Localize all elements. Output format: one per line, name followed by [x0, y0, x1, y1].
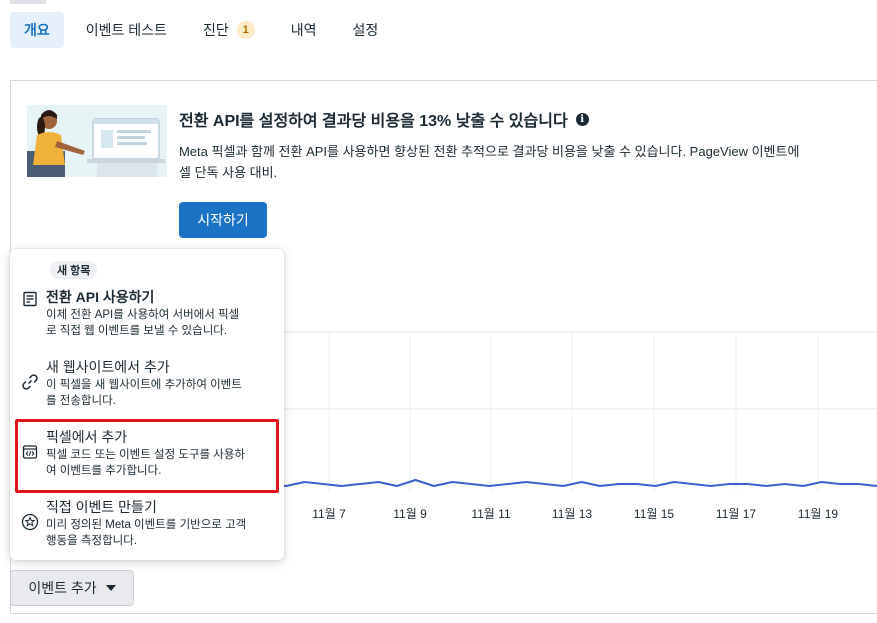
x-tick-label: 11월 7: [312, 507, 346, 521]
new-badge: 새 항목: [50, 261, 98, 279]
server-icon: [21, 290, 39, 308]
tab-overview[interactable]: 개요: [10, 12, 64, 48]
tab-label: 내역: [290, 22, 317, 38]
link-icon: [21, 373, 39, 391]
tab-label: 개요: [24, 22, 50, 38]
menu-item-title: 새 웹사이트에서 추가: [46, 359, 170, 375]
conversions-api-promo-card: 전환 API를 설정하여 결과당 비용을 13% 낮출 수 있습니다 i Met…: [10, 80, 877, 255]
menu-item-create-custom-event[interactable]: 직접 이벤트 만들기 미리 정의된 Meta 이벤트를 기반으로 고객 행동을 …: [10, 497, 284, 553]
tab-label: 이벤트 테스트: [85, 22, 167, 38]
promo-description-line: 셀 단독 사용 대비.: [179, 165, 278, 180]
info-icon[interactable]: i: [575, 112, 589, 126]
x-tick-label: 11월 15: [634, 507, 675, 521]
menu-item-description-line: 이제 전환 API를 사용하여 서버에서 픽셀: [46, 309, 240, 321]
tab-history[interactable]: 내역: [277, 12, 331, 48]
tab-label: 진단: [202, 22, 229, 38]
menu-item-description-line: 이 픽셀을 새 웹사이트에 추가하여 이벤트: [46, 379, 242, 391]
get-started-button[interactable]: 시작하기: [179, 202, 267, 238]
add-event-menu: 새 항목 전환 API 사용하기 이제 전환 API를 사용하여 서버에서 픽셀…: [10, 249, 284, 560]
tab-settings[interactable]: 설정: [338, 12, 392, 48]
menu-item-description: 이 픽셀을 새 웹사이트에 추가하여 이벤트 를 전송합니다.: [46, 377, 274, 409]
tab-diagnostics[interactable]: 진단 1: [189, 12, 269, 48]
menu-item-description: 미리 정의된 Meta 이벤트를 기반으로 고객 행동을 측정합니다.: [46, 517, 274, 549]
promo-description-line: Meta 픽셀과 함께 전환 API를 사용하면 향상된 전환 추적으로 결과당…: [179, 144, 800, 159]
menu-item-use-conversions-api[interactable]: 전환 API 사용하기 이제 전환 API를 사용하여 서버에서 픽셀 로 직접…: [10, 287, 284, 341]
x-tick-label: 11월 19: [798, 507, 839, 521]
menu-item-description-line: 행동을 측정합니다.: [46, 535, 138, 547]
menu-item-description-line: 로 직접 웹 이벤트를 보낼 수 있습니다.: [46, 325, 228, 337]
tab-bar: 개요 이벤트 테스트 진단 1 내역 설정: [10, 12, 400, 48]
x-tick-label: 11월 13: [552, 507, 593, 521]
add-event-button[interactable]: 이벤트 추가: [10, 570, 134, 606]
highlight-box: [15, 419, 279, 493]
menu-item-description-line: 를 전송합니다.: [46, 395, 116, 407]
promo-illustration: [27, 105, 167, 177]
star-icon: [21, 513, 39, 531]
x-tick-label: 11월 9: [393, 507, 427, 521]
menu-item-description: 이제 전환 API를 사용하여 서버에서 픽셀 로 직접 웹 이벤트를 보낼 수…: [46, 307, 274, 339]
add-event-label: 이벤트 추가: [28, 580, 97, 596]
tab-label: 설정: [352, 22, 379, 38]
promo-title: 전환 API를 설정하여 결과당 비용을 13% 낮출 수 있습니다 i: [179, 107, 589, 131]
top-divider: [10, 0, 46, 4]
menu-item-title: 전환 API 사용하기: [46, 289, 155, 305]
promo-description: Meta 픽셀과 함께 전환 API를 사용하면 향상된 전환 추적으로 결과당…: [179, 141, 877, 183]
x-tick-label: 11월 17: [716, 507, 757, 521]
menu-item-add-new-website[interactable]: 새 웹사이트에서 추가 이 픽셀을 새 웹사이트에 추가하여 이벤트 를 전송합…: [10, 357, 284, 413]
chevron-down-icon: [105, 585, 116, 591]
x-tick-label: 11월 11: [471, 507, 511, 521]
menu-item-title: 직접 이벤트 만들기: [46, 499, 157, 515]
tab-test-events[interactable]: 이벤트 테스트: [72, 12, 181, 48]
menu-item-description-line: 미리 정의된 Meta 이벤트를 기반으로 고객: [46, 519, 247, 531]
diagnostics-count-badge: 1: [236, 21, 255, 39]
promo-title-text: 전환 API를 설정하여 결과당 비용을 13% 낮출 수 있습니다: [179, 113, 568, 130]
